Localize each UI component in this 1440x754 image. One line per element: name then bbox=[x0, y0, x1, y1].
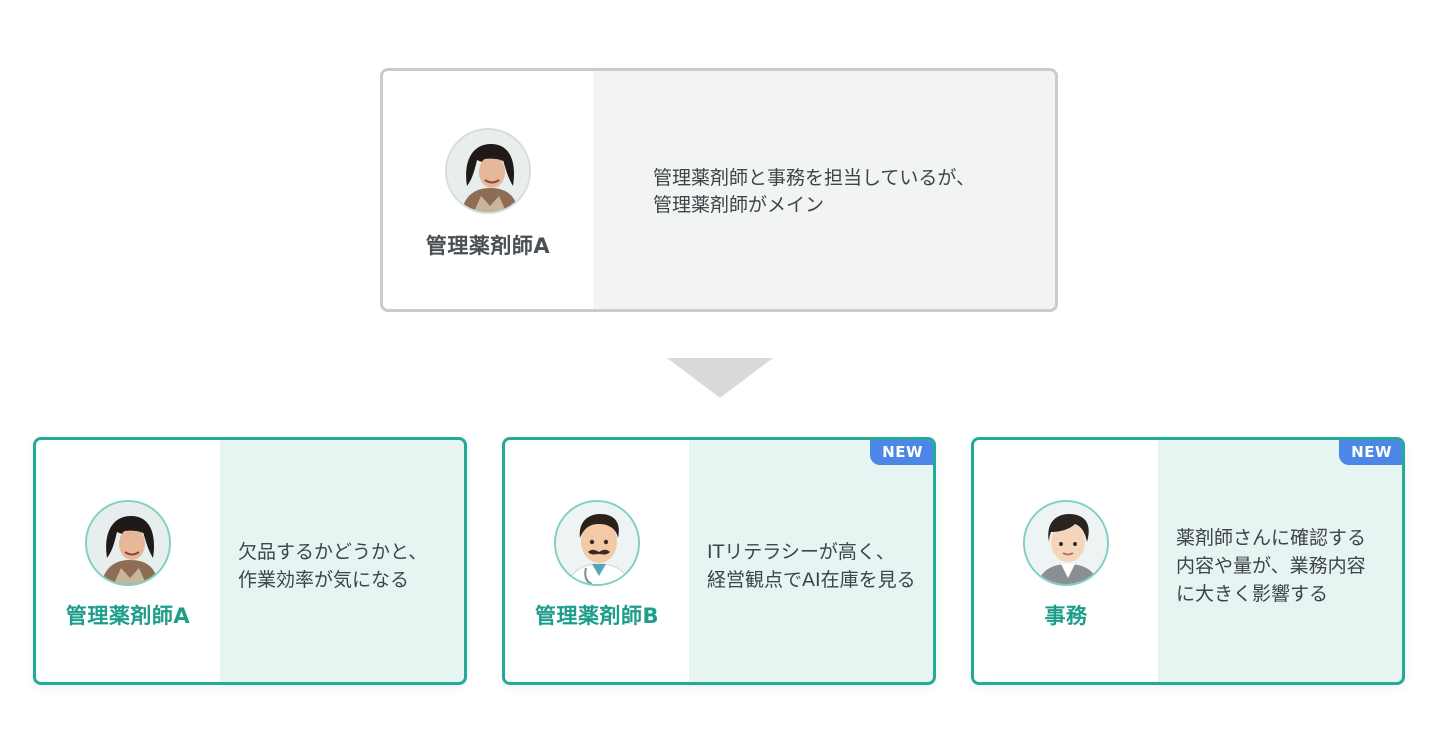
role-description: ITリテラシーが高く、 経営観点でAI在庫を見る bbox=[689, 440, 933, 682]
person-name: 管理薬剤師A bbox=[425, 234, 551, 258]
description-line: ITリテラシーが高く、 bbox=[707, 541, 895, 563]
new-badge: NEW bbox=[1339, 440, 1402, 465]
role-card-office: NEW 事務 薬剤師さんに確認する 内容や量が、業務内容 に大きく影響する bbox=[971, 437, 1405, 685]
description-line: 欠品するかどうかと、 bbox=[238, 541, 428, 563]
description-line: に大きく影響する bbox=[1176, 583, 1329, 605]
role-diagram: 管理薬剤師A 管理薬剤師と事務を担当しているが、 管理薬剤師がメイン 管理薬剤師… bbox=[0, 0, 1440, 754]
role-card-pharmacist-a: 管理薬剤師A 欠品するかどうかと、 作業効率が気になる bbox=[33, 437, 467, 685]
description-line: 管理薬剤師と事務を担当しているが、 bbox=[653, 167, 976, 189]
woman-photo-icon bbox=[445, 128, 531, 214]
office-worker-icon bbox=[1023, 500, 1109, 586]
person-name: 管理薬剤師A bbox=[65, 604, 191, 628]
person-name: 管理薬剤師B bbox=[534, 604, 659, 628]
person-name: 事務 bbox=[1044, 604, 1088, 628]
new-badge: NEW bbox=[870, 440, 933, 465]
role-description: 薬剤師さんに確認する 内容や量が、業務内容 に大きく影響する bbox=[1158, 440, 1402, 682]
role-description: 欠品するかどうかと、 作業効率が気になる bbox=[220, 440, 464, 682]
down-arrow-icon bbox=[667, 358, 773, 398]
man-doctor-icon bbox=[554, 500, 640, 586]
description-line: 管理薬剤師がメイン bbox=[653, 194, 825, 216]
description-line: 薬剤師さんに確認する bbox=[1176, 527, 1367, 549]
woman-photo-icon bbox=[85, 500, 171, 586]
role-description: 管理薬剤師と事務を担当しているが、 管理薬剤師がメイン bbox=[593, 71, 1055, 309]
current-role-card: 管理薬剤師A 管理薬剤師と事務を担当しているが、 管理薬剤師がメイン bbox=[380, 68, 1058, 312]
person-panel: 管理薬剤師A bbox=[383, 71, 593, 309]
description-line: 内容や量が、業務内容 bbox=[1176, 555, 1366, 577]
person-panel: 管理薬剤師B bbox=[505, 440, 689, 682]
person-panel: 管理薬剤師A bbox=[36, 440, 220, 682]
description-line: 経営観点でAI在庫を見る bbox=[707, 569, 916, 591]
person-panel: 事務 bbox=[974, 440, 1158, 682]
role-card-pharmacist-b: NEW 管理薬剤師B ITリテラシーが高く、 経営観点でAI在庫を見る bbox=[502, 437, 936, 685]
description-line: 作業効率が気になる bbox=[238, 569, 410, 591]
